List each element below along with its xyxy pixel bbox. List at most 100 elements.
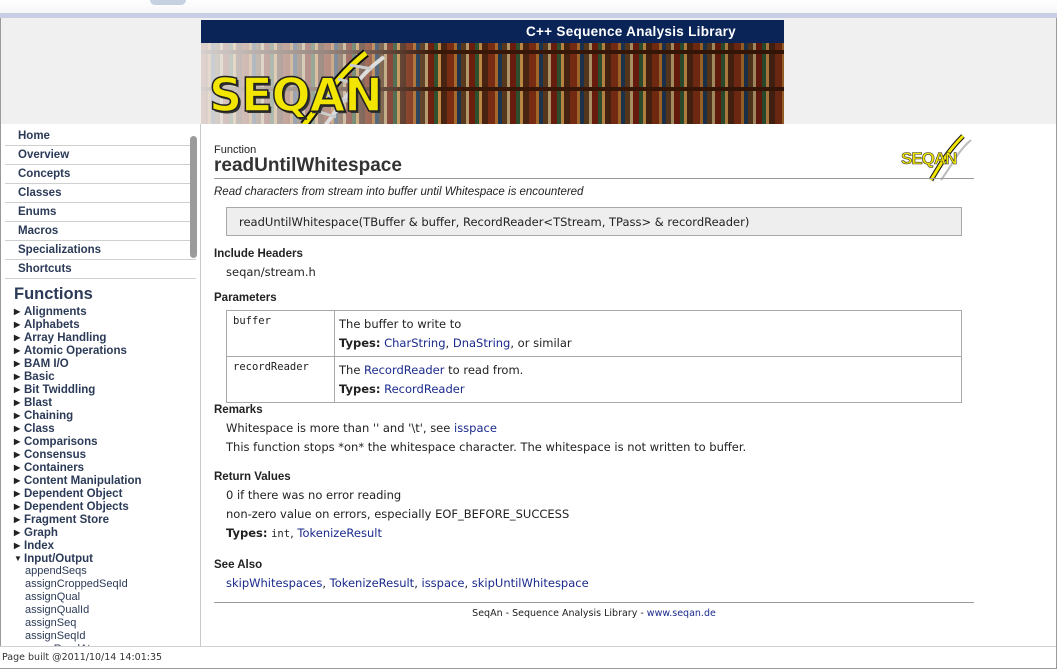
triangle-right-icon: ▶ [14, 541, 21, 550]
triangle-right-icon: ▶ [14, 528, 21, 537]
seqan-logo: SEQAN [208, 67, 383, 123]
status-bar: Page built @2011/10/14 14:01:35 [0, 646, 1056, 668]
triangle-right-icon: ▶ [14, 437, 21, 446]
group-label: Alphabets [24, 319, 80, 331]
sidebar-item-overview[interactable]: Overview [5, 146, 196, 165]
see-also-link-skipwhitespaces[interactable]: skipWhitespaces [226, 576, 322, 590]
table-row: buffer The buffer to write to Types: Cha… [226, 310, 962, 357]
group-class[interactable]: ▶ Class [1, 422, 200, 435]
sidebar-item-shortcuts[interactable]: Shortcuts [5, 260, 196, 279]
sidebar-link-assignqual[interactable]: assignQual [1, 591, 200, 604]
types-label: Types: [339, 382, 381, 396]
group-array-handling[interactable]: ▶ Array Handling [1, 331, 200, 344]
triangle-right-icon: ▶ [14, 502, 21, 511]
sidebar-link-assignqualid[interactable]: assignQualId [1, 604, 200, 617]
parameters-heading: Parameters [214, 292, 277, 304]
group-label: Content Manipulation [24, 475, 142, 487]
seqan-website-link[interactable]: www.seqan.de [647, 608, 716, 619]
sidebar-link-appendseqs[interactable]: appendSeqs [1, 565, 200, 578]
triangle-right-icon: ▶ [14, 333, 21, 342]
small-logo-text: SEQAN [901, 149, 958, 169]
title-rule [214, 178, 974, 179]
triangle-right-icon: ▶ [14, 450, 21, 459]
group-label: Fragment Store [24, 514, 109, 526]
page-title: readUntilWhitespace [214, 155, 402, 176]
group-label: Graph [24, 527, 58, 539]
group-bam-i-o[interactable]: ▶ BAM I/O [1, 357, 200, 370]
group-alignments[interactable]: ▶ Alignments [1, 305, 200, 318]
recordreader-type-link[interactable]: RecordReader [384, 382, 464, 396]
group-chaining[interactable]: ▶ Chaining [1, 409, 200, 422]
group-label: Atomic Operations [24, 345, 127, 357]
parameters-table: buffer The buffer to write to Types: Cha… [226, 310, 962, 403]
group-containers[interactable]: ▶ Containers [1, 461, 200, 474]
group-fragment-store[interactable]: ▶ Fragment Store [1, 513, 200, 526]
see-also-link-tokenizeresult[interactable]: TokenizeResult [330, 576, 415, 590]
group-comparisons[interactable]: ▶ Comparisons [1, 435, 200, 448]
group-label: BAM I/O [24, 358, 69, 370]
group-label: Alignments [24, 306, 87, 318]
isspace-link[interactable]: isspace [454, 421, 497, 435]
triangle-right-icon: ▶ [14, 359, 21, 368]
types-label: Types: [226, 526, 268, 540]
signature-box: readUntilWhitespace(TBuffer & buffer, Re… [226, 207, 962, 236]
see-also-heading: See Also [214, 559, 263, 571]
sidebar-link-assignseq[interactable]: assignSeq [1, 617, 200, 630]
group-basic[interactable]: ▶ Basic [1, 370, 200, 383]
group-content-manipulation[interactable]: ▶ Content Manipulation [1, 474, 200, 487]
sidebar-item-macros[interactable]: Macros [5, 222, 196, 241]
param-desc: The buffer to write to Types: CharString… [334, 310, 962, 357]
param-desc-post: to read from. [444, 363, 524, 377]
triangle-right-icon: ▶ [14, 463, 21, 472]
include-header-value: seqan/stream.h [226, 265, 316, 279]
group-blast[interactable]: ▶ Blast [1, 396, 200, 409]
group-dependent-objects[interactable]: ▶ Dependent Objects [1, 500, 200, 513]
group-index[interactable]: ▶ Index [1, 539, 200, 552]
dnastring-link[interactable]: DnaString [453, 336, 511, 350]
charstring-link[interactable]: CharString [384, 336, 445, 350]
sidebar-scrollbar[interactable] [190, 136, 197, 258]
see-also-link-skipuntilwhitespace[interactable]: skipUntilWhitespace [472, 576, 589, 590]
university-logo-edge [150, 0, 186, 5]
param-desc-text: The buffer to write to [339, 317, 462, 331]
group-label: Class [24, 423, 55, 435]
group-graph[interactable]: ▶ Graph [1, 526, 200, 539]
param-name: buffer [226, 310, 335, 357]
group-label: Blast [24, 397, 53, 409]
remarks-text: Whitespace is more than '' and '\t', see [226, 421, 454, 435]
remarks-line-2: This function stops *on* the whitespace … [226, 440, 747, 454]
sidebar-item-concepts[interactable]: Concepts [5, 165, 196, 184]
group-consensus[interactable]: ▶ Consensus [1, 448, 200, 461]
group-label: Containers [24, 462, 85, 474]
triangle-right-icon: ▶ [14, 489, 21, 498]
sidebar-item-classes[interactable]: Classes [5, 184, 196, 203]
recordreader-desc-link[interactable]: RecordReader [364, 363, 444, 377]
table-row: recordReader The RecordReader to read fr… [226, 356, 962, 403]
param-name: recordReader [226, 356, 335, 403]
sidebar-link-assignseqid[interactable]: assignSeqId [1, 630, 200, 643]
group-atomic-operations[interactable]: ▶ Atomic Operations [1, 344, 200, 357]
group-alphabets[interactable]: ▶ Alphabets [1, 318, 200, 331]
see-also-link-isspace[interactable]: isspace [422, 576, 465, 590]
triangle-right-icon: ▶ [14, 385, 21, 394]
group-bit-twiddling[interactable]: ▶ Bit Twiddling [1, 383, 200, 396]
group-label: Chaining [24, 410, 74, 422]
comma-sep: , [445, 336, 453, 350]
sidebar-link-assigncroppedseqid[interactable]: assignCroppedSeqId [1, 578, 200, 591]
return-types: Types: int, TokenizeResult [226, 526, 382, 540]
tokenizeresult-link[interactable]: TokenizeResult [297, 526, 382, 540]
types-label: Types: [339, 336, 381, 350]
comma-sep: , [464, 576, 472, 590]
seqan-banner: C++ Sequence Analysis Library SEQAN [201, 20, 784, 124]
remarks-heading: Remarks [214, 404, 263, 416]
sidebar-item-enums[interactable]: Enums [5, 203, 196, 222]
sidebar-item-specializations[interactable]: Specializations [5, 241, 196, 260]
sidebar-divider [200, 124, 201, 646]
footer-text: SeqAn - Sequence Analysis Library - [472, 608, 647, 619]
input-output-items: appendSeqs assignCroppedSeqId assignQual as… [1, 565, 200, 646]
sidebar-item-home[interactable]: Home [5, 127, 196, 146]
comma-sep: , [414, 576, 422, 590]
group-dependent-object[interactable]: ▶ Dependent Object [1, 487, 200, 500]
group-input-output[interactable]: ▼ Input/Output [1, 552, 200, 565]
triangle-right-icon: ▶ [14, 411, 21, 420]
